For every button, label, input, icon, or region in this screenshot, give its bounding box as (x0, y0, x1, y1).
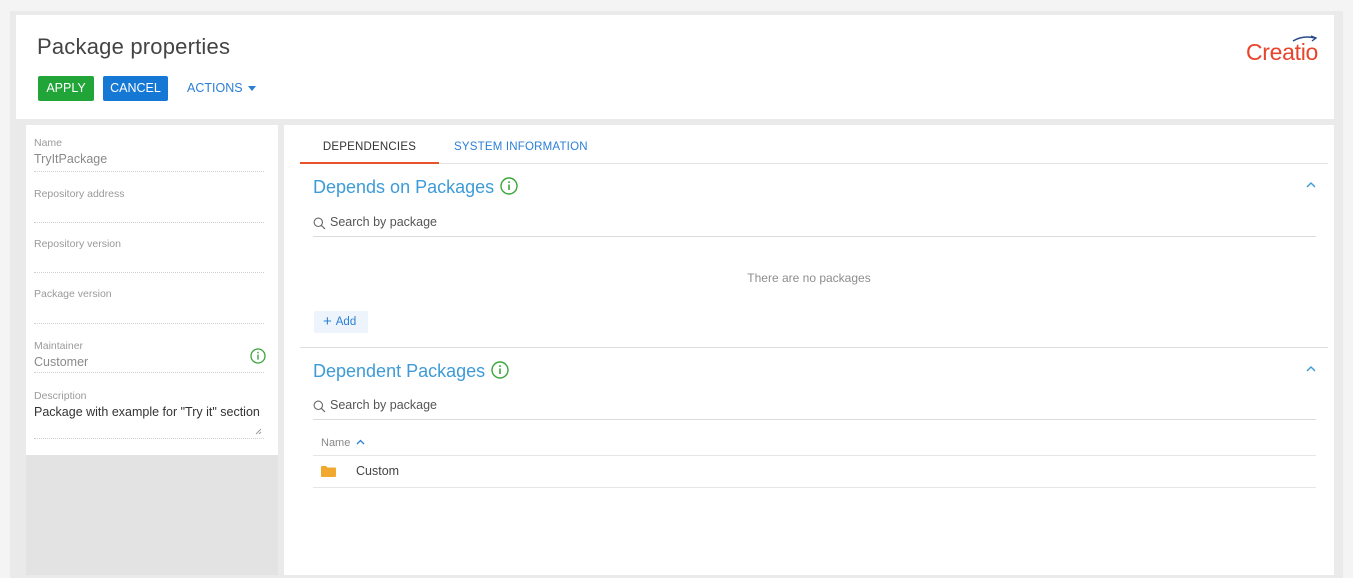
maintainer-value: Customer (34, 355, 89, 369)
search-icon (313, 217, 326, 230)
repository-address-label: Repository address (34, 188, 125, 200)
actions-label: ACTIONS (187, 81, 243, 95)
sort-ascending-icon (356, 439, 365, 445)
dependent-section-title[interactable]: Dependent Packages (313, 361, 509, 382)
column-header-name[interactable]: Name (321, 437, 365, 449)
name-value: TryItPackage (34, 152, 108, 166)
repository-version-label: Repository version (34, 238, 121, 250)
dependent-title-text: Dependent Packages (313, 361, 486, 381)
dependent-search-input[interactable] (330, 398, 1230, 412)
search-icon (313, 400, 326, 413)
add-label: Add (335, 316, 357, 328)
tab-system-information[interactable]: SYSTEM INFORMATION (454, 141, 588, 153)
depends-on-search[interactable] (313, 214, 1316, 237)
repository-version-field[interactable]: Repository version (34, 238, 264, 273)
tab-dependencies[interactable]: DEPENDENCIES (300, 141, 439, 163)
column-header-label: Name (321, 437, 351, 449)
info-icon[interactable] (491, 361, 509, 379)
cancel-button[interactable]: CANCEL (103, 76, 168, 101)
row-name: Custom (356, 464, 400, 478)
package-version-label: Package version (34, 288, 112, 300)
caret-down-icon (247, 86, 256, 92)
dependent-search[interactable] (313, 397, 1316, 420)
tab-bar: DEPENDENCIES SYSTEM INFORMATION (300, 135, 1328, 164)
plus-icon: + (323, 313, 332, 330)
properties-panel: Name TryItPackage Repository address Rep… (26, 125, 278, 455)
page-header: Package properties APPLY CANCEL ACTIONS … (16, 15, 1334, 119)
depends-on-section-title[interactable]: Depends on Packages (313, 177, 518, 198)
creatio-logo: Creatio (1245, 39, 1318, 65)
apply-button[interactable]: APPLY (38, 76, 94, 101)
tab-active-indicator (300, 162, 439, 164)
name-field[interactable]: Name TryItPackage (34, 137, 264, 172)
resize-grip-icon[interactable] (255, 428, 262, 435)
maintainer-field[interactable]: Maintainer Customer (34, 340, 266, 373)
name-label: Name (34, 137, 63, 149)
info-icon[interactable] (250, 348, 266, 364)
dependencies-panel: DEPENDENCIES SYSTEM INFORMATION Depends … (284, 125, 1334, 575)
chevron-up-icon[interactable] (1306, 365, 1316, 373)
info-icon[interactable] (500, 177, 518, 195)
page-title: Package properties (37, 34, 231, 59)
section-divider (300, 347, 1328, 348)
table-row[interactable]: Custom (313, 456, 1316, 488)
folder-icon (321, 466, 336, 477)
package-version-field[interactable]: Package version (34, 288, 264, 324)
repository-address-field[interactable]: Repository address (34, 188, 264, 223)
description-field[interactable]: Description Package with example for "Tr… (34, 390, 264, 439)
properties-panel-filler (26, 455, 278, 575)
add-button[interactable]: + Add (314, 311, 368, 333)
actions-dropdown[interactable]: ACTIONS (187, 76, 256, 101)
empty-message: There are no packages (747, 271, 871, 285)
depends-on-title-text: Depends on Packages (313, 177, 495, 197)
maintainer-label: Maintainer (34, 340, 84, 352)
chevron-up-icon[interactable] (1306, 181, 1316, 189)
description-label: Description (34, 390, 87, 402)
description-value: Package with example for "Try it" sectio… (34, 405, 260, 419)
depends-on-search-input[interactable] (330, 215, 1230, 229)
